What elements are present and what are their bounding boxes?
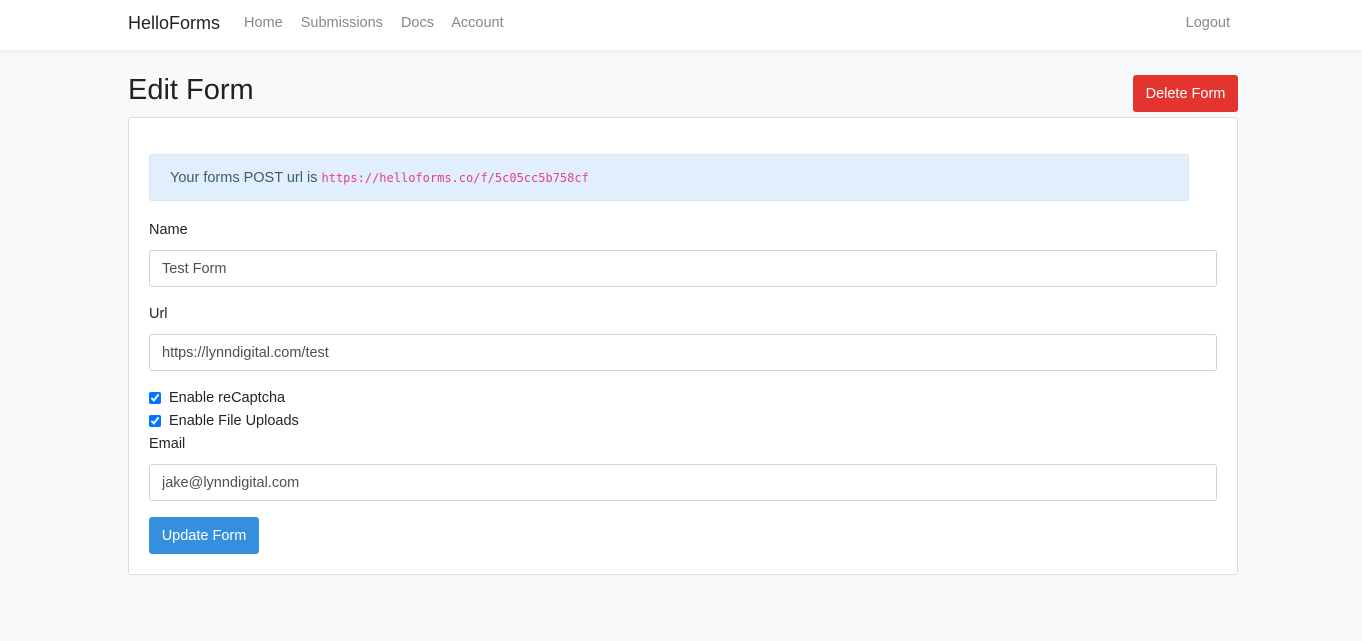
- url-input[interactable]: [149, 334, 1217, 371]
- update-form-button[interactable]: Update Form: [149, 517, 259, 554]
- file-uploads-checkbox[interactable]: [149, 415, 161, 427]
- navbar: HelloForms Home Submissions Docs Account…: [0, 0, 1362, 50]
- nav-home[interactable]: Home: [244, 15, 283, 31]
- post-url-alert: Your forms POST url is https://helloform…: [149, 154, 1189, 201]
- url-label: Url: [149, 306, 168, 322]
- brand-logo[interactable]: HelloForms: [128, 13, 220, 34]
- page-title: Edit Form: [128, 74, 254, 106]
- logout-link[interactable]: Logout: [1186, 15, 1230, 31]
- post-url: https://helloforms.co/f/5c05cc5b758cf: [321, 171, 589, 185]
- recaptcha-label: Enable reCaptcha: [169, 390, 286, 406]
- nav-links: Home Submissions Docs Account: [244, 15, 518, 31]
- name-label: Name: [149, 222, 188, 238]
- uploads-label: Enable File Uploads: [169, 413, 299, 429]
- email-label: Email: [149, 436, 186, 452]
- name-input[interactable]: [149, 250, 1217, 287]
- delete-form-button[interactable]: Delete Form: [1133, 75, 1238, 112]
- recaptcha-checkbox[interactable]: [149, 392, 161, 404]
- nav-account[interactable]: Account: [451, 15, 503, 31]
- edit-form-card: Your forms POST url is https://helloform…: [128, 117, 1238, 575]
- uploads-checkbox-row[interactable]: Enable File Uploads: [149, 413, 299, 429]
- nav-submissions[interactable]: Submissions: [301, 15, 383, 31]
- alert-text: Your forms POST url is: [170, 170, 322, 186]
- nav-docs[interactable]: Docs: [401, 15, 434, 31]
- email-input[interactable]: [149, 464, 1217, 501]
- recaptcha-checkbox-row[interactable]: Enable reCaptcha: [149, 390, 285, 406]
